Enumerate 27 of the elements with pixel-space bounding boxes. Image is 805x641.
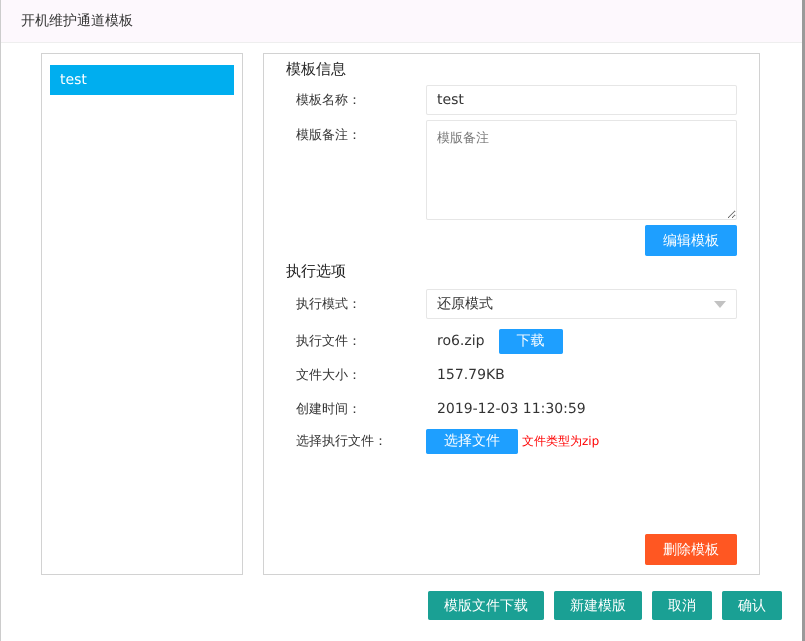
- section-heading: 模板信息: [286, 60, 347, 79]
- file-name: ro6.zip: [436, 333, 484, 349]
- choose-file-button[interactable]: 选择文件: [426, 428, 518, 454]
- field-label: 创建时间：: [295, 401, 362, 418]
- mode-select[interactable]: 还原模式: [426, 289, 737, 319]
- dropdown-caret-icon: [714, 300, 726, 308]
- download-button[interactable]: 下载: [498, 328, 562, 354]
- field-label: 选择执行文件：: [295, 433, 388, 450]
- name-input-field[interactable]: test: [426, 85, 737, 115]
- field-label: 执行文件：: [295, 333, 362, 350]
- footer-button[interactable]: 新建模版: [554, 591, 642, 620]
- field-label: 执行模式：: [295, 296, 362, 313]
- delete-template-button[interactable]: 删除模板: [645, 534, 737, 565]
- field-label: 模板名称：: [295, 92, 362, 109]
- field-label: 模版备注：: [295, 127, 362, 144]
- footer-button[interactable]: 确认: [722, 591, 782, 620]
- footer-button[interactable]: 模版文件下载: [428, 591, 544, 620]
- note-textarea[interactable]: 模版备注: [426, 120, 737, 220]
- footer-button[interactable]: 取消: [652, 591, 712, 620]
- edit-template-button[interactable]: 编辑模板: [645, 225, 737, 256]
- template-list-item[interactable]: test: [50, 65, 234, 95]
- window-title: 开机维护通道模板: [21, 12, 133, 30]
- file-type-hint: 文件类型为zip: [522, 432, 600, 450]
- file-size: 157.79KB: [436, 367, 505, 383]
- created-time: 2019-12-03 11:30:59: [436, 401, 586, 417]
- section-heading: 执行选项: [286, 262, 347, 281]
- field-label: 文件大小：: [295, 367, 362, 384]
